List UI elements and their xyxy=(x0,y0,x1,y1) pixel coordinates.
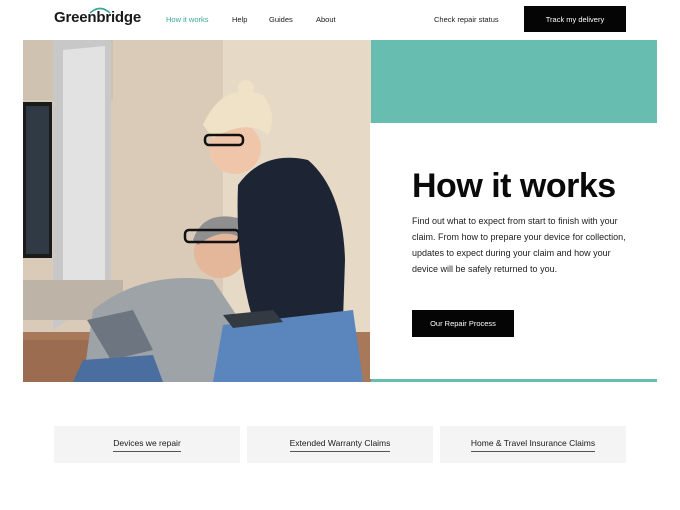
check-repair-status-link[interactable]: Check repair status xyxy=(434,15,499,24)
logo-arc-icon xyxy=(89,7,111,14)
hero-description: Find out what to expect from start to fi… xyxy=(412,216,626,274)
category-label: Extended Warranty Claims xyxy=(289,438,391,452)
repair-process-button[interactable]: Our Repair Process xyxy=(412,310,514,337)
hero-section: How it works Find out what to expect fro… xyxy=(23,40,657,382)
category-label: Devices we repair xyxy=(113,438,181,452)
track-delivery-button[interactable]: Track my delivery xyxy=(524,6,626,32)
site-header: Greenbridge How it works Help Guides Abo… xyxy=(0,0,680,40)
hero-photo xyxy=(23,40,371,382)
category-devices-we-repair[interactable]: Devices we repair xyxy=(54,426,240,463)
hero-card: How it works Find out what to expect fro… xyxy=(370,123,657,379)
category-extended-warranty[interactable]: Extended Warranty Claims xyxy=(247,426,433,463)
nav-about[interactable]: About xyxy=(316,15,336,24)
category-label: Home & Travel Insurance Claims xyxy=(470,438,596,452)
page-title: How it works xyxy=(412,167,616,205)
nav-help[interactable]: Help xyxy=(232,15,247,24)
nav-guides[interactable]: Guides xyxy=(269,15,293,24)
category-home-travel-insurance[interactable]: Home & Travel Insurance Claims xyxy=(440,426,626,463)
nav-how-it-works[interactable]: How it works xyxy=(166,15,209,24)
